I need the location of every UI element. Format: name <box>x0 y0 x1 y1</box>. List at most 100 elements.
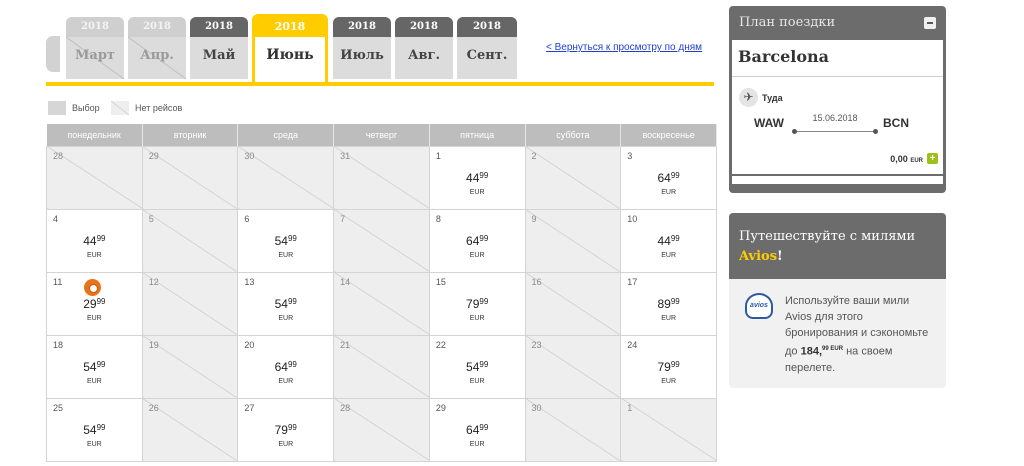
promo-badge-icon <box>84 278 101 296</box>
weekday-header: воскресенье <box>620 124 717 146</box>
fare-cents: 99 <box>479 296 489 306</box>
fare-cents: 99 <box>96 296 106 306</box>
calendar-day-available[interactable]: 20 6499 EUR <box>237 334 335 399</box>
tab-year: 2018 <box>128 17 186 37</box>
calendar-day-no-flights: 23 <box>524 334 622 399</box>
day-number: 21 <box>340 339 351 350</box>
legend-no-flights-swatch <box>111 101 129 115</box>
calendar-day-no-flights: 21 <box>333 334 430 399</box>
fare-amount: 44 <box>466 170 480 185</box>
avios-brand: Avios <box>739 249 778 264</box>
fare-currency: EUR <box>469 440 485 448</box>
calendar-day-available[interactable]: 1 4499 EUR <box>428 145 526 210</box>
calendar-day-no-flights: 29 <box>141 145 239 210</box>
add-icon[interactable]: + <box>927 153 938 164</box>
legend-selected-label: Выбор <box>72 103 100 113</box>
day-number: 29 <box>148 150 159 161</box>
fare-amount: 89 <box>657 296 671 311</box>
fare-currency: EUR <box>661 251 676 259</box>
weekday-header: среда <box>237 124 335 146</box>
tab-may[interactable]: 2018 Май <box>190 17 248 79</box>
calendar-day-available[interactable]: 6 5499 EUR <box>237 208 335 273</box>
day-number: 9 <box>531 213 537 224</box>
avios-amount: 184, <box>800 345 823 358</box>
calendar-week-row: 18 5499 EUR 19 20 6499 EUR 21 22 5499 EUR 23 24 7999 E… <box>46 334 717 399</box>
fare-currency: EUR <box>278 314 294 322</box>
calendar-day-available[interactable]: 22 5499 EUR <box>428 334 526 399</box>
fare-currency: EUR <box>278 251 294 259</box>
tab-month: Сент. <box>466 48 508 63</box>
tab-month: Май <box>202 48 236 63</box>
avios-title: Путешествуйте с милями <box>739 229 916 244</box>
fare-amount: 64 <box>466 422 480 437</box>
fare-currency: EUR <box>278 440 294 448</box>
fare-cents: 99 <box>479 422 489 432</box>
legend-no-flights-label: Нет рейсов <box>135 103 183 113</box>
fare-price: 5499 <box>238 297 333 311</box>
day-number: 6 <box>244 213 250 224</box>
fare-cents: 99 <box>96 359 106 369</box>
day-number: 20 <box>244 339 255 350</box>
fare-amount: 54 <box>274 233 288 248</box>
collapse-icon[interactable] <box>924 17 936 29</box>
fare-cents: 99 <box>479 233 489 243</box>
day-number: 3 <box>627 150 633 161</box>
avios-brand-line: Avios! <box>739 249 783 264</box>
tab-june[interactable]: 2018 Июнь <box>252 14 328 84</box>
legend-selected-swatch <box>48 101 66 115</box>
tab-year: 2018 <box>333 17 391 37</box>
day-number: 30 <box>244 150 255 161</box>
tab-month: Март <box>66 37 124 79</box>
calendar-day-available[interactable]: 8 6499 EUR <box>428 208 526 273</box>
fare-cents: 99 <box>96 233 106 243</box>
fare-price: 5499 <box>47 423 142 437</box>
day-number: 19 <box>148 339 159 350</box>
day-number: 11 <box>53 276 63 287</box>
calendar-week-row: 11 2999 EUR 12 13 5499 EUR 14 15 7999 EUR 16 17 8999 E… <box>46 271 717 336</box>
calendar-day-no-flights: 7 <box>333 208 430 273</box>
fare-currency: EUR <box>469 188 485 196</box>
fare-cents: 99 <box>670 359 680 369</box>
calendar-day-available[interactable]: 27 7999 EUR <box>237 397 335 462</box>
fare-amount: 44 <box>83 233 97 248</box>
fare-currency: EUR <box>469 314 485 322</box>
calendar-day-available[interactable]: 3 6499 EUR <box>620 145 717 210</box>
day-number: 5 <box>148 213 154 224</box>
weekday-header: понедельник <box>46 124 143 146</box>
day-number: 22 <box>435 339 446 350</box>
fare-currency: EUR <box>469 251 485 259</box>
calendar-day-available[interactable]: 10 4499 EUR <box>620 208 717 273</box>
calendar-day-available[interactable]: 11 2999 EUR <box>46 271 143 336</box>
tab-august[interactable]: 2018 Авг. <box>395 17 453 79</box>
day-number: 2 <box>531 150 537 161</box>
fare-cents: 99 <box>287 233 297 243</box>
calendar-day-available[interactable]: 18 5499 EUR <box>46 334 143 399</box>
tab-july[interactable]: 2018 Июль <box>333 17 391 79</box>
day-number: 27 <box>244 402 255 413</box>
fare-cents: 99 <box>96 422 106 432</box>
calendar-day-available[interactable]: 4 4499 EUR <box>46 208 143 273</box>
day-number: 7 <box>340 213 346 224</box>
calendar-day-available[interactable]: 24 7999 EUR <box>620 334 717 399</box>
prev-months-arrow[interactable] <box>46 36 60 72</box>
day-number: 29 <box>435 402 446 413</box>
calendar-day-available[interactable]: 15 7999 EUR <box>428 271 526 336</box>
fare-amount: 29 <box>83 296 97 311</box>
trip-total: 0,00 EUR <box>890 154 923 164</box>
fare-cents: 99 <box>670 296 680 306</box>
fare-price: 7999 <box>621 360 716 374</box>
calendar-day-available[interactable]: 17 8999 EUR <box>620 271 717 336</box>
fare-cents: 99 <box>479 170 489 180</box>
tab-september[interactable]: 2018 Сент. <box>457 17 517 79</box>
weekday-header: пятница <box>429 124 526 146</box>
weekday-header-row: понедельник вторник среда четверг пятница суб… <box>46 124 717 146</box>
calendar-day-available[interactable]: 25 5499 EUR <box>46 397 143 462</box>
calendar-day-available[interactable]: 13 5499 EUR <box>237 271 335 336</box>
calendar-day-no-flights: 30 <box>524 397 622 462</box>
fare-calendar: понедельник вторник среда четверг пятница суб… <box>46 124 717 462</box>
back-to-days-link[interactable]: < Вернуться к просмотру по дням <box>546 41 716 55</box>
calendar-day-available[interactable]: 29 6499 EUR <box>428 397 526 462</box>
day-number: 14 <box>340 276 351 287</box>
fare-currency: EUR <box>661 314 676 322</box>
weekday-header: суббота <box>525 124 622 146</box>
